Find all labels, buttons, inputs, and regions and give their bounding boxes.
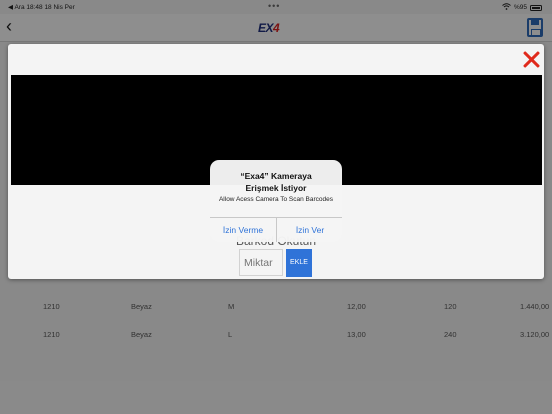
alert-title: “Exa4” Kameraya Erişmek İstiyor	[240, 171, 312, 193]
alert-message: Allow Acess Camera To Scan Barcodes	[218, 196, 334, 203]
add-button[interactable]: EKLE	[286, 249, 312, 277]
allow-button[interactable]: İzin Ver	[277, 218, 342, 242]
deny-button[interactable]: İzin Verme	[210, 218, 276, 242]
quantity-input[interactable]	[239, 249, 283, 276]
close-icon[interactable]	[522, 50, 540, 68]
camera-permission-alert: “Exa4” Kameraya Erişmek İstiyor Allow Ac…	[210, 160, 342, 242]
